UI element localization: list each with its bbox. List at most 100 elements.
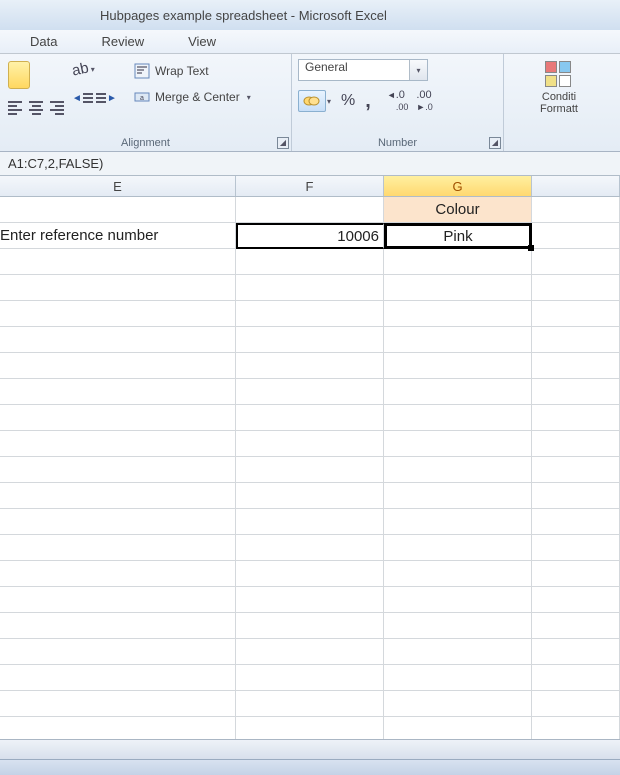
- cell-H1[interactable]: [532, 197, 620, 223]
- cell[interactable]: [532, 561, 620, 587]
- cell[interactable]: [384, 353, 532, 379]
- tab-data[interactable]: Data: [8, 34, 79, 49]
- cell[interactable]: [532, 275, 620, 301]
- cell[interactable]: [236, 613, 384, 639]
- cell[interactable]: [236, 431, 384, 457]
- cell[interactable]: [532, 249, 620, 275]
- cell[interactable]: [0, 353, 236, 379]
- cell[interactable]: [0, 561, 236, 587]
- cell[interactable]: [384, 301, 532, 327]
- cell[interactable]: [384, 535, 532, 561]
- cell[interactable]: [532, 327, 620, 353]
- cell[interactable]: [236, 405, 384, 431]
- cell-E2[interactable]: Enter reference number: [0, 223, 236, 249]
- decrease-indent-button[interactable]: ◄: [72, 90, 90, 106]
- col-header-G[interactable]: G: [384, 176, 532, 196]
- cell[interactable]: [236, 561, 384, 587]
- cell[interactable]: [532, 665, 620, 691]
- cell[interactable]: [532, 691, 620, 717]
- decrease-decimal-button[interactable]: .00►.0: [416, 89, 432, 113]
- cell[interactable]: [532, 483, 620, 509]
- cell[interactable]: [384, 665, 532, 691]
- cell[interactable]: [384, 327, 532, 353]
- cell[interactable]: [384, 483, 532, 509]
- merge-center-button[interactable]: a Merge & Center ▾: [130, 87, 255, 107]
- cell[interactable]: [236, 457, 384, 483]
- cell[interactable]: [384, 613, 532, 639]
- cell-F2[interactable]: 10006: [236, 223, 384, 249]
- cell[interactable]: [384, 431, 532, 457]
- cell[interactable]: [236, 327, 384, 353]
- cell[interactable]: [0, 613, 236, 639]
- cell[interactable]: [532, 431, 620, 457]
- align-center-icon[interactable]: [27, 99, 45, 115]
- cell[interactable]: [532, 379, 620, 405]
- cell[interactable]: [384, 275, 532, 301]
- cell[interactable]: [532, 301, 620, 327]
- cell[interactable]: [384, 405, 532, 431]
- cell[interactable]: [532, 457, 620, 483]
- alignment-dialog-launcher[interactable]: ◢: [277, 137, 289, 149]
- cell[interactable]: [236, 301, 384, 327]
- cell[interactable]: [236, 509, 384, 535]
- cell[interactable]: [236, 353, 384, 379]
- cell[interactable]: [0, 431, 236, 457]
- cell[interactable]: [532, 405, 620, 431]
- fill-handle[interactable]: [528, 245, 534, 251]
- comma-button[interactable]: ,: [365, 90, 371, 113]
- cell[interactable]: [0, 327, 236, 353]
- sheet-tabs-bar[interactable]: [0, 739, 620, 759]
- cell[interactable]: [384, 587, 532, 613]
- cell[interactable]: [532, 587, 620, 613]
- cell-G1[interactable]: Colour: [384, 197, 532, 223]
- highlight-button[interactable]: [8, 61, 30, 89]
- cell[interactable]: [0, 639, 236, 665]
- col-header-E[interactable]: E: [0, 176, 236, 196]
- cell[interactable]: [0, 301, 236, 327]
- cell[interactable]: [0, 405, 236, 431]
- cell[interactable]: [532, 535, 620, 561]
- cell[interactable]: [384, 691, 532, 717]
- cell[interactable]: [236, 691, 384, 717]
- increase-indent-button[interactable]: ►: [96, 90, 114, 106]
- conditional-formatting-button[interactable]: Conditi Formatt: [536, 57, 582, 117]
- number-dialog-launcher[interactable]: ◢: [489, 137, 501, 149]
- tab-view[interactable]: View: [166, 34, 238, 49]
- col-header-H[interactable]: [532, 176, 620, 196]
- cell[interactable]: [0, 691, 236, 717]
- cell[interactable]: [236, 249, 384, 275]
- align-right-icon[interactable]: [48, 99, 66, 115]
- cell[interactable]: [384, 379, 532, 405]
- cell[interactable]: [0, 379, 236, 405]
- cell[interactable]: [0, 275, 236, 301]
- number-format-dropdown[interactable]: General ▾: [298, 59, 428, 81]
- orientation-button[interactable]: ab ▾: [72, 61, 114, 78]
- accounting-format-button[interactable]: ▾: [298, 90, 331, 112]
- cell[interactable]: [0, 665, 236, 691]
- cell[interactable]: [0, 535, 236, 561]
- cell[interactable]: [384, 639, 532, 665]
- increase-decimal-button[interactable]: ◄.0.00: [387, 89, 409, 113]
- cell[interactable]: [236, 639, 384, 665]
- cell-H2[interactable]: [532, 223, 620, 249]
- cell[interactable]: [0, 587, 236, 613]
- cell[interactable]: [236, 535, 384, 561]
- cell[interactable]: [532, 509, 620, 535]
- cell[interactable]: [384, 509, 532, 535]
- cell[interactable]: [532, 613, 620, 639]
- cell[interactable]: [0, 457, 236, 483]
- formula-bar[interactable]: A1:C7,2,FALSE): [0, 152, 620, 176]
- align-left-icon[interactable]: [6, 99, 24, 115]
- cell[interactable]: [0, 249, 236, 275]
- cell[interactable]: [532, 639, 620, 665]
- cell[interactable]: [236, 665, 384, 691]
- cell-G2[interactable]: Pink: [384, 223, 532, 249]
- cell[interactable]: [236, 587, 384, 613]
- cell[interactable]: [532, 353, 620, 379]
- cell-E1[interactable]: [0, 197, 236, 223]
- percent-button[interactable]: %: [341, 92, 355, 110]
- cell[interactable]: [236, 275, 384, 301]
- cell[interactable]: [0, 509, 236, 535]
- col-header-F[interactable]: F: [236, 176, 384, 196]
- cell[interactable]: [384, 561, 532, 587]
